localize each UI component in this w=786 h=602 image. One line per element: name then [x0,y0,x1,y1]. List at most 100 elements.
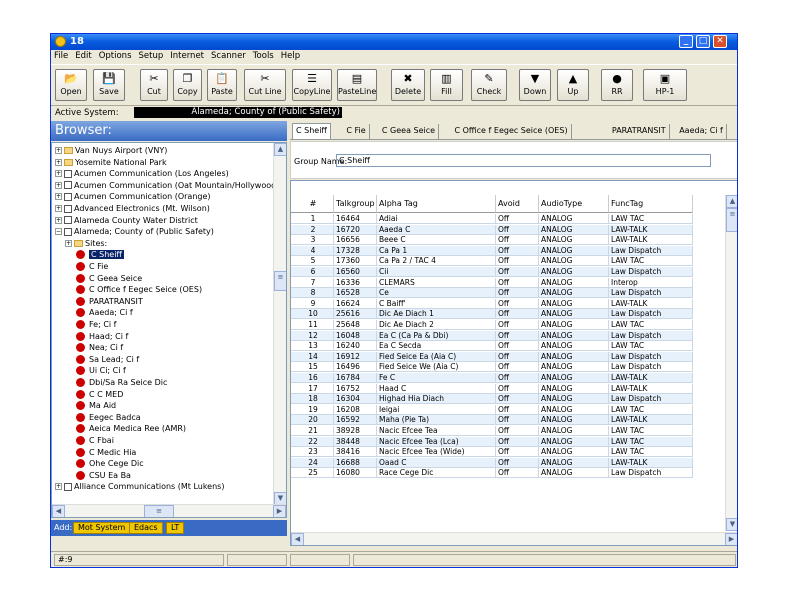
table-cell[interactable]: Fied Seice We (Aia C) [377,362,496,373]
table-cell[interactable]: Ca Pa 1 [377,245,496,256]
table-cell[interactable]: LAW TAC [609,436,693,447]
table-cell[interactable]: Law Dispatch [609,288,693,299]
table-cell[interactable]: 23 [291,447,334,458]
column-header[interactable]: FuncTag [609,195,693,213]
table-cell[interactable]: LAW TAC [609,256,693,267]
table-cell[interactable]: Off [496,288,539,299]
menu-options[interactable]: Options [96,50,136,61]
table-cell[interactable]: 16 [291,373,334,383]
table-cell[interactable]: 16080 [334,468,377,479]
table-row[interactable]: 22 38448 Nacic Efcee Tea (Lca) Off ANALOG LAW… [291,436,693,447]
tree-node[interactable]: CSU Ea Ba [65,470,131,481]
table-cell[interactable]: 25616 [334,309,377,320]
table-cell[interactable]: Ca Pa 2 / TAC 4 [377,256,496,267]
table-row[interactable]: 24 16688 Oaad C Off ANALOG LAW-TALK [291,457,693,468]
table-cell[interactable]: ANALOG [539,426,609,436]
table-row[interactable]: 1 16464 Adiai Off ANALOG LAW TAC [291,214,693,224]
tab-2[interactable]: C Geea Seice [379,124,440,139]
table-cell[interactable]: 16496 [334,362,377,373]
table-cell[interactable]: Law Dispatch [609,351,693,362]
hscroll-thumb[interactable]: ≡ [144,505,174,517]
table-cell[interactable]: 12 [291,330,334,341]
table-row[interactable]: 20 16592 Maha (Pie Ta) Off ANALOG LAW-TALK [291,415,693,426]
menu-setup[interactable]: Setup [136,50,168,61]
table-cell[interactable]: 25648 [334,320,377,330]
tree-node[interactable]: Ohe Cege Dic [65,458,144,469]
group-name-input[interactable]: C Sheiff [336,154,711,167]
table-cell[interactable]: Off [496,256,539,267]
table-row[interactable]: 10 25616 Dic Ae Diach 1 Off ANALOG Law Dispat… [291,309,693,320]
scroll-right-icon[interactable]: ▶ [273,505,286,517]
table-cell[interactable]: Oaad C [377,457,496,468]
tree-node[interactable]: − Alameda; County of (Public Safety) [55,226,214,237]
table-cell[interactable]: ANALOG [539,404,609,415]
table-cell[interactable]: Fied Seice Ea (Aia C) [377,351,496,362]
table-cell[interactable]: ANALOG [539,267,609,277]
table-cell[interactable]: Off [496,394,539,405]
add-mot-system-button[interactable]: Mot System [73,522,131,534]
table-cell[interactable]: ANALOG [539,457,609,468]
table-cell[interactable]: ANALOG [539,351,609,362]
table-cell[interactable]: Aaeda C [377,224,496,235]
table-cell[interactable]: Ea C Secda [377,341,496,352]
table-cell[interactable]: Dic Ae Diach 1 [377,309,496,320]
table-row[interactable]: 8 16528 Ce Off ANALOG Law Dispatch [291,288,693,299]
table-cell[interactable]: 16304 [334,394,377,405]
toolbar-cut-button[interactable]: ✂ Cut [140,69,168,101]
tree-node[interactable]: Eegec Badca [65,412,141,423]
tree-node[interactable]: Haad; Ci f [65,331,128,342]
table-cell[interactable]: 16656 [334,235,377,246]
expand-toggle-icon[interactable]: + [55,205,62,212]
table-row[interactable]: 23 38416 Nacic Efcee Tea (Wide) Off ANALOG LA… [291,447,693,458]
table-cell[interactable]: ANALOG [539,468,609,479]
table-row[interactable]: 18 16304 Highad Hia Diach Off ANALOG Law Disp… [291,394,693,405]
table-cell[interactable]: 20 [291,415,334,426]
tree-node[interactable]: C C MED [65,389,123,400]
toolbar-up-button[interactable]: ▲ Up [557,69,589,101]
table-cell[interactable]: Off [496,447,539,458]
table-cell[interactable]: Off [496,436,539,447]
menu-edit[interactable]: Edit [72,50,95,61]
table-cell[interactable]: LAW TAC [609,214,693,224]
table-cell[interactable]: ANALOG [539,394,609,405]
table-cell[interactable]: ANALOG [539,447,609,458]
table-cell[interactable]: 2 [291,224,334,235]
toolbar-rr-button[interactable]: ● RR [601,69,633,101]
table-cell[interactable]: Off [496,415,539,426]
table-cell[interactable]: 16336 [334,277,377,288]
table-cell[interactable]: 5 [291,256,334,267]
table-row[interactable]: 17 16752 Haad C Off ANALOG LAW-TALK [291,383,693,394]
table-cell[interactable]: LAW TAC [609,426,693,436]
tab-5[interactable]: Aaeda; Ci f [676,124,727,139]
talkgroup-grid[interactable]: # Talkgroup Alpha Tag Avoid AudioType FuncTag… [290,180,737,546]
table-cell[interactable]: ANALOG [539,415,609,426]
table-cell[interactable]: Off [496,383,539,394]
table-cell[interactable]: ANALOG [539,383,609,394]
expand-toggle-icon[interactable]: + [55,193,62,201]
table-cell[interactable]: 1 [291,214,334,224]
table-cell[interactable]: ANALOG [539,214,609,224]
table-cell[interactable]: Off [496,468,539,479]
table-cell[interactable]: LAW-TALK [609,383,693,394]
table-cell[interactable]: ANALOG [539,245,609,256]
minimize-button[interactable]: _ [679,35,693,48]
table-cell[interactable]: Off [496,277,539,288]
table-cell[interactable]: Law Dispatch [609,330,693,341]
expand-toggle-icon[interactable]: + [55,483,62,491]
tree-vertical-scrollbar[interactable]: ▲ ≡ ▼ [273,143,286,505]
tree-horizontal-scrollbar[interactable]: ◀ ≡ ▶ [52,504,286,517]
table-cell[interactable]: 38448 [334,436,377,447]
expand-toggle-icon[interactable]: + [55,158,62,166]
column-header[interactable]: Talkgroup [334,195,377,213]
table-cell[interactable]: 14 [291,351,334,362]
table-cell[interactable]: LAW-TALK [609,298,693,309]
table-cell[interactable]: 16464 [334,214,377,224]
table-cell[interactable]: 38928 [334,426,377,436]
tree-node[interactable]: Ma Aid [65,400,116,411]
table-cell[interactable]: 16720 [334,224,377,235]
table-row[interactable]: 14 16912 Fied Seice Ea (Aia C) Off ANALOG Law… [291,351,693,362]
table-cell[interactable]: Ce [377,288,496,299]
add-edacs-button[interactable]: Edacs [129,522,163,534]
tree-node[interactable]: C Office f Eegec Seice (OES) [65,284,202,295]
table-cell[interactable]: ANALOG [539,224,609,235]
